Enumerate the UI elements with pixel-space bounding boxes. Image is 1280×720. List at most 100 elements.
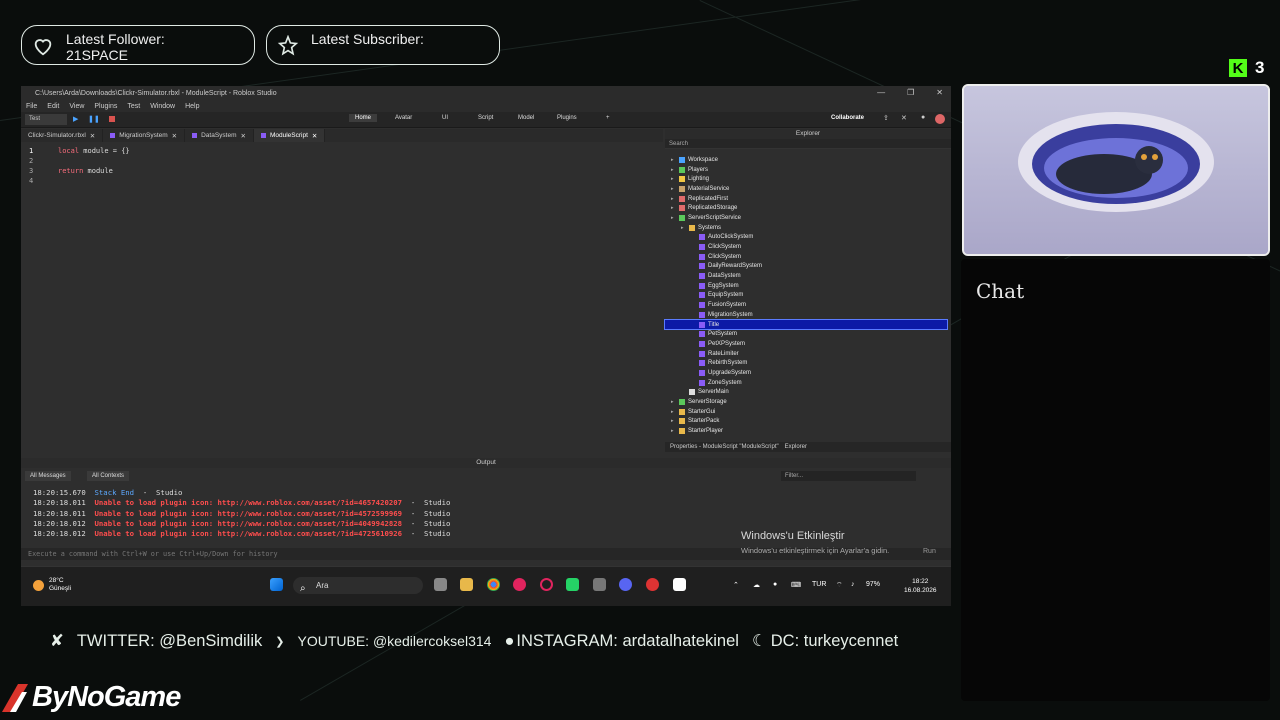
explorer-item[interactable]: ClickSystem [665, 252, 947, 262]
explorer-item[interactable]: ▸ StarterGui [665, 407, 947, 417]
app-icon[interactable] [646, 578, 659, 591]
explorer-item[interactable]: EggSystem [665, 281, 947, 291]
menu-edit[interactable]: Edit [47, 103, 59, 110]
all-messages-dropdown[interactable]: All Messages [25, 471, 71, 481]
explorer-item[interactable]: DailyRewardSystem [665, 262, 947, 272]
collaborate-button[interactable]: Collaborate [831, 115, 864, 121]
menu-test[interactable]: Test [127, 103, 140, 110]
discord-icon[interactable] [619, 578, 632, 591]
opera-icon[interactable] [540, 578, 553, 591]
tab-modulescript[interactable]: ModuleScript ✕ [253, 129, 326, 142]
explorer-tab[interactable]: Explorer [785, 442, 807, 452]
explorer-item[interactable]: FusionSystem [665, 300, 947, 310]
explorer-item[interactable]: DataSystem [665, 271, 947, 281]
explorer-item[interactable]: AutoClickSystem [665, 233, 947, 243]
explorer-item[interactable]: RateLimiter [665, 349, 947, 359]
volume-icon[interactable]: ♪ [851, 581, 855, 588]
explorer-item[interactable]: PetSystem [665, 329, 947, 339]
explorer-item[interactable]: ▸ Workspace [665, 155, 947, 165]
tab-script[interactable]: Script [478, 115, 493, 121]
run-button[interactable]: Run [923, 548, 936, 555]
close-icon[interactable]: ✕ [241, 132, 246, 140]
play-icon[interactable]: ▶ [73, 115, 78, 123]
chrome-icon[interactable] [487, 578, 500, 591]
avatar[interactable] [935, 114, 945, 124]
menu-file[interactable]: File [26, 103, 37, 110]
pen-icon[interactable] [593, 578, 606, 591]
maximize-icon[interactable]: ❐ [907, 88, 914, 97]
explorer-item[interactable]: ▸ ReplicatedStorage [665, 203, 947, 213]
close-icon[interactable]: ✕ [172, 132, 177, 140]
tab-migrationsystem[interactable]: MigrationSystem ✕ [103, 129, 186, 142]
expand-arrow-icon[interactable]: ▸ [671, 186, 676, 192]
weather-widget[interactable]: 28°C Güneşli [33, 577, 71, 593]
expand-arrow-icon[interactable]: ▸ [671, 205, 676, 211]
explorer-item[interactable]: ▸ ReplicatedFirst [665, 194, 947, 204]
tab-ui[interactable]: UI [442, 115, 448, 121]
add-tab-icon[interactable]: + [606, 115, 610, 121]
explorer-item[interactable]: ▸ ServerStorage [665, 397, 947, 407]
explorer-item[interactable]: ▸ Players [665, 165, 947, 175]
expand-arrow-icon[interactable]: ▸ [681, 225, 686, 231]
notification-icon[interactable]: ● [921, 114, 925, 121]
tab-model[interactable]: Model [518, 115, 534, 121]
all-contexts-dropdown[interactable]: All Contexts [87, 471, 130, 481]
explorer-item[interactable]: Title [664, 318, 948, 331]
explorer-item[interactable]: ClickSystem [665, 242, 947, 252]
explorer-item[interactable]: ZoneSystem [665, 378, 947, 388]
tab-datasystem[interactable]: DataSystem ✕ [185, 129, 254, 142]
explorer-item[interactable]: UpgradeSystem [665, 368, 947, 378]
explorer-item[interactable]: ▸ ServerScriptService [665, 213, 947, 223]
stop-icon[interactable] [109, 116, 115, 122]
close-icon[interactable]: ✕ [312, 132, 317, 140]
explorer-item[interactable]: ▸ StarterPlayer [665, 426, 947, 436]
explorer-item[interactable]: RebirthSystem [665, 358, 947, 368]
close-icon[interactable]: ✕ [936, 88, 943, 97]
mode-dropdown[interactable]: Test [25, 114, 67, 125]
cloud-icon[interactable]: ☁ [753, 581, 760, 589]
expand-arrow-icon[interactable]: ▸ [671, 176, 676, 182]
expand-arrow-icon[interactable]: ▸ [671, 428, 676, 434]
menu-window[interactable]: Window [150, 103, 175, 110]
script-editor[interactable]: 1 local module = {} 2 3 return module 4 [21, 143, 663, 451]
network-icon[interactable]: ⌔ [836, 581, 843, 590]
expand-arrow-icon[interactable]: ▸ [671, 215, 676, 221]
chevron-up-icon[interactable]: ⌃ [733, 581, 739, 589]
minimize-icon[interactable]: — [877, 88, 885, 97]
tab-place-file[interactable]: Clickr-Simulator.rbxl ✕ [21, 129, 104, 142]
battery-level[interactable]: 97% [866, 581, 880, 588]
expand-arrow-icon[interactable]: ▸ [671, 157, 676, 163]
tab-avatar[interactable]: Avatar [395, 115, 412, 121]
whatsapp-icon[interactable] [566, 578, 579, 591]
keyboard-icon[interactable]: ⌨ [791, 581, 801, 589]
pause-icon[interactable]: ❚❚ [88, 115, 100, 123]
tools-icon[interactable]: ✕ [901, 114, 907, 122]
explorer-item[interactable]: EquipSystem [665, 291, 947, 301]
task-view-icon[interactable] [434, 578, 447, 591]
explorer-search-input[interactable]: Search [665, 139, 951, 149]
windows-start-icon[interactable] [270, 578, 283, 591]
explorer-item[interactable]: ▸ Lighting [665, 174, 947, 184]
menu-plugins[interactable]: Plugins [94, 103, 117, 110]
system-clock[interactable]: 18:22 16.08.2026 [904, 577, 937, 595]
tab-plugins[interactable]: Plugins [557, 115, 577, 121]
menu-help[interactable]: Help [185, 103, 199, 110]
menu-view[interactable]: View [69, 103, 84, 110]
expand-arrow-icon[interactable]: ▸ [671, 196, 676, 202]
tab-home[interactable]: Home [349, 114, 378, 122]
expand-arrow-icon[interactable]: ▸ [671, 167, 676, 173]
close-icon[interactable]: ✕ [90, 132, 95, 140]
expand-arrow-icon[interactable]: ▸ [671, 399, 676, 405]
explorer-item[interactable]: ▸ StarterPack [665, 417, 947, 427]
explorer-item[interactable]: MigrationSystem [665, 310, 947, 320]
share-icon[interactable]: ⇪ [883, 114, 889, 122]
expand-arrow-icon[interactable]: ▸ [671, 409, 676, 415]
explorer-item[interactable]: ServerMain [665, 388, 947, 398]
explorer-item[interactable]: ▸ Systems [665, 223, 947, 233]
roblox-studio-icon[interactable] [673, 578, 686, 591]
mic-icon[interactable]: ● [773, 581, 777, 588]
expand-arrow-icon[interactable]: ▸ [671, 418, 676, 424]
explorer-item[interactable]: ▸ MaterialService [665, 184, 947, 194]
language-indicator[interactable]: TUR [812, 581, 826, 588]
output-filter-input[interactable]: Filter... [781, 471, 916, 481]
